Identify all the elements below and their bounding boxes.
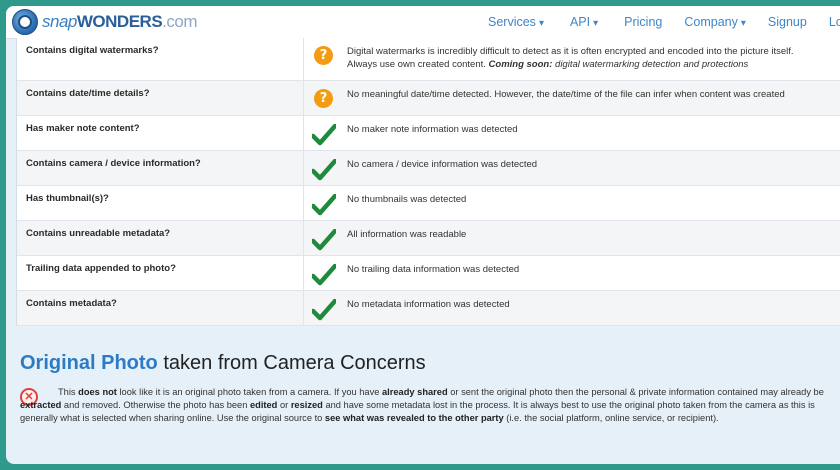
concern-description: This does not look like it is an origina… [20,386,838,425]
checkmark-icon [312,264,336,286]
checkmark-icon [312,229,336,251]
table-row: Contains date/time details? ? No meaning… [17,81,840,116]
concern-emphasis: see what was revealed to the other party [324,413,504,423]
check-question: Has thumbnail(s)? [17,186,304,220]
check-question: Contains metadata? [17,291,304,325]
table-row: Has thumbnail(s)? No thumbnails was dete… [17,186,840,221]
check-answer: All information was readable [304,221,840,255]
browser-frame: snapWONDERS.com Services ▾ API ▾ Pricing C… [6,6,840,464]
concern-text-run: look like it is an original photo taken … [116,387,383,397]
concern-emphasis: edited [249,400,278,410]
metadata-checks-table: Contains digital watermarks? ? Digital w… [16,38,840,326]
nav-item-login[interactable]: Logi [829,15,840,29]
checkmark-icon [312,299,336,321]
table-row: Contains digital watermarks? ? Digital w… [17,38,840,81]
check-question: Contains unreadable metadata? [17,221,304,255]
check-answer: No metadata information was detected [304,291,840,325]
nav-item-company[interactable]: Company ▾ [684,15,746,29]
check-answer: No camera / device information was detec… [304,151,840,185]
checkmark-icon [312,159,336,181]
table-row: Contains metadata? No metadata informati… [17,291,840,326]
check-answer: ? No meaningful date/time detected. Howe… [304,81,840,115]
chevron-down-icon: ▾ [538,18,544,29]
nav-item-signup[interactable]: Signup [768,15,807,29]
concern-text-run: This [58,387,79,397]
check-question: Contains camera / device information? [17,151,304,185]
checkmark-icon [312,194,336,216]
check-question: Contains date/time details? [17,81,304,115]
chevron-down-icon: ▾ [740,18,746,29]
check-answer: No trailing data information was detecte… [304,256,840,290]
check-question: Trailing data appended to photo? [17,256,304,290]
concern-emphasis: resized [290,400,323,410]
navbar: snapWONDERS.com Services ▾ API ▾ Pricing C… [6,6,840,39]
nav-item-pricing[interactable]: Pricing [624,15,662,29]
concern-text-run: and removed. Otherwise the photo has bee… [61,400,250,410]
question-icon: ? [314,46,333,65]
nav-item-services[interactable]: Services ▾ [488,15,544,29]
concern-heading: Original Photo taken from Camera Concern… [20,352,426,374]
nav-item-api[interactable]: API ▾ [570,15,598,29]
concern-text-run: or sent the original photo then the pers… [447,387,824,397]
check-answer: No thumbnails was detected [304,186,840,220]
site-logo[interactable]: snapWONDERS.com [12,9,197,35]
check-question: Contains digital watermarks? [17,38,304,80]
checkmark-icon [312,124,336,146]
concern-text-run: (i.e. the social platform, online servic… [503,413,719,423]
logo-mark-icon [12,9,38,35]
concern-emphasis: extracted [20,400,62,410]
chevron-down-icon: ▾ [593,18,599,29]
table-row: Trailing data appended to photo? No trai… [17,256,840,291]
check-answer: ? Digital watermarks is incredibly diffi… [304,38,840,80]
check-answer: No maker note information was detected [304,116,840,150]
concern-emphasis: already shared [382,387,448,397]
table-row: Contains camera / device information? No… [17,151,840,186]
nav-menu: Services ▾ API ▾ Pricing Company ▾ Signup L… [488,6,840,38]
check-question: Has maker note content? [17,116,304,150]
question-icon: ? [314,89,333,108]
logo-text: snapWONDERS.com [42,12,197,31]
table-row: Has maker note content? No maker note in… [17,116,840,151]
table-row: Contains unreadable metadata? All inform… [17,221,840,256]
concern-text-run: or [277,400,291,410]
concern-emphasis: does not [78,387,117,397]
